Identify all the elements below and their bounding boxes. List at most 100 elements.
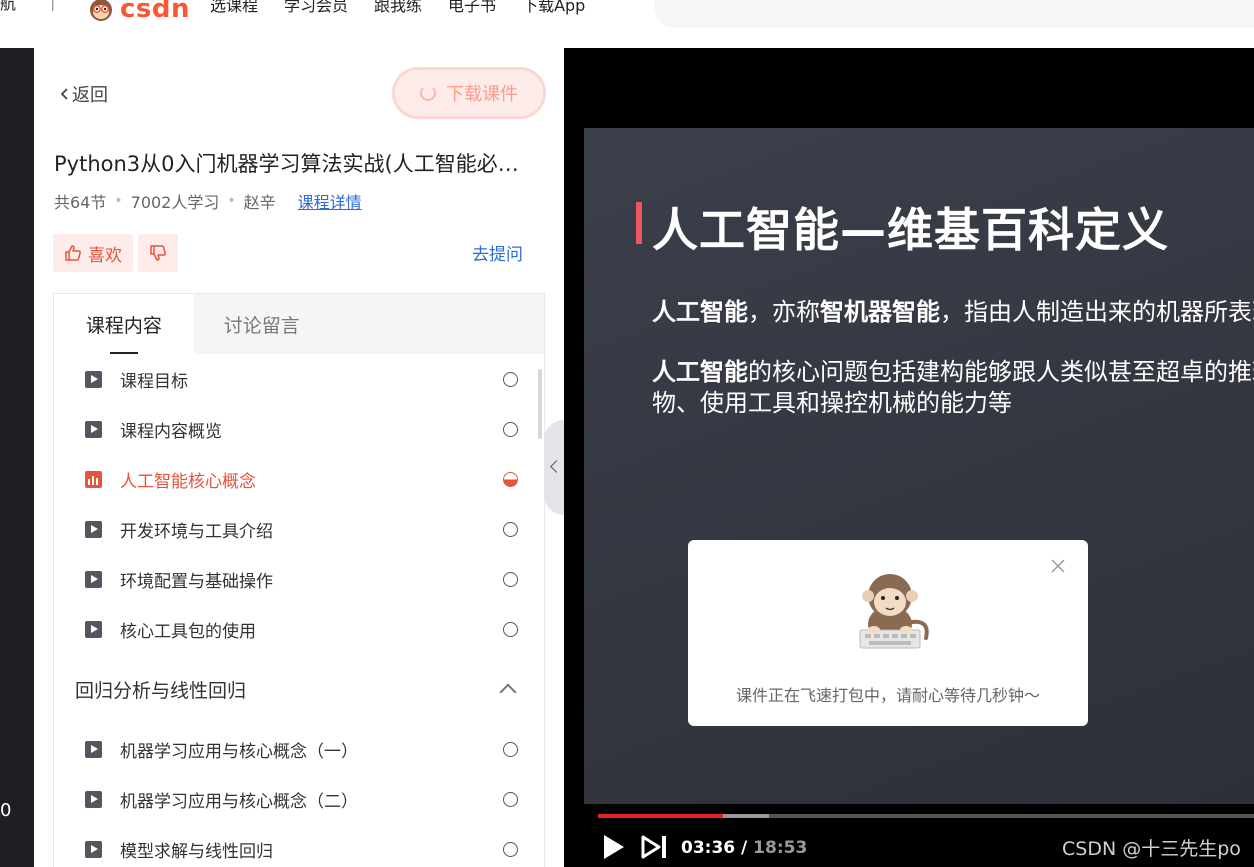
video-player[interactable]: 人工智能—维基百科定义 人工智能，亦称智机器智能，指由人制造出来的机器所表现出来… bbox=[564, 48, 1254, 867]
lesson-item[interactable]: 机器学习应用与核心概念（一） bbox=[54, 724, 544, 774]
nav-link-ebooks[interactable]: 电子书 bbox=[448, 0, 496, 16]
tab-bar: 课程内容 讨论留言 bbox=[54, 294, 544, 354]
video-lesson-icon bbox=[85, 420, 102, 438]
lesson-item[interactable]: 环境配置与基础操作 bbox=[54, 554, 544, 604]
back-label: 返回 bbox=[72, 85, 108, 106]
slide-content: 人工智能—维基百科定义 人工智能，亦称智机器智能，指由人制造出来的机器所表现出来… bbox=[584, 128, 1254, 804]
slide-accent-bar bbox=[636, 202, 642, 244]
teacher-name[interactable]: 赵辛 bbox=[244, 189, 276, 213]
progress-circle-icon bbox=[503, 791, 518, 807]
chevron-left-icon bbox=[60, 88, 68, 100]
progress-circle-icon bbox=[503, 621, 518, 637]
video-lesson-icon bbox=[85, 570, 102, 588]
collapse-panel-button[interactable] bbox=[544, 420, 564, 515]
monkey-logo-icon bbox=[90, 0, 112, 21]
slide-title: 人工智能—维基百科定义 bbox=[652, 203, 1169, 257]
like-button[interactable]: 喜欢 bbox=[53, 234, 133, 272]
course-detail-link[interactable]: 课程详情 bbox=[298, 189, 362, 213]
video-lesson-icon bbox=[85, 740, 102, 758]
lesson-item-current[interactable]: 人工智能核心概念 bbox=[54, 454, 544, 504]
progress-played bbox=[598, 814, 723, 818]
nav-link-courses[interactable]: 选课程 bbox=[210, 0, 258, 16]
packaging-toast: 课件正在飞速打包中，请耐心等待几秒钟～ bbox=[688, 540, 1088, 726]
ask-question-link[interactable]: 去提问 bbox=[472, 240, 523, 265]
meta-dot: • bbox=[227, 193, 236, 209]
lesson-item[interactable]: 课程目标 bbox=[54, 354, 544, 404]
watermark-text: CSDN @十三先生po bbox=[1062, 838, 1241, 860]
chapter-header[interactable]: 回归分析与线性回归 bbox=[54, 654, 544, 724]
nav-link-membership[interactable]: 学习会员 bbox=[284, 0, 348, 16]
lesson-label: 机器学习应用与核心概念（一） bbox=[120, 741, 358, 762]
course-title: Python3从0入门机器学习算法实战(人工智能必… bbox=[54, 152, 519, 176]
progress-circle-icon bbox=[503, 421, 518, 437]
chevron-up-icon bbox=[499, 683, 517, 701]
tab-course-content[interactable]: 课程内容 bbox=[54, 294, 194, 354]
top-nav: 航 | CSDN 选课程 学习会员 跟我练 电子书 下载App bbox=[0, 0, 1254, 48]
download-label: 下载课件 bbox=[446, 84, 518, 105]
lesson-label: 开发环境与工具介绍 bbox=[120, 521, 273, 542]
like-label: 喜欢 bbox=[88, 245, 122, 266]
slide-paragraph-2-line-2: 物、使用工具和操控机械的能力等 bbox=[652, 389, 1012, 417]
half-progress-icon bbox=[503, 471, 518, 487]
video-lesson-icon bbox=[85, 370, 102, 388]
list-scrollbar[interactable] bbox=[538, 369, 542, 439]
lesson-label: 核心工具包的使用 bbox=[120, 621, 256, 642]
lesson-label: 课程目标 bbox=[120, 371, 188, 392]
nav-links: 选课程 学习会员 跟我练 电子书 下载App bbox=[210, 0, 585, 16]
current-time: 03:36 / bbox=[681, 838, 748, 858]
left-dark-strip: 0 bbox=[0, 48, 34, 867]
lesson-item[interactable]: 课程内容概览 bbox=[54, 404, 544, 454]
nav-link-download-app[interactable]: 下载App bbox=[522, 0, 585, 16]
nav-cut-text[interactable]: 航 bbox=[0, 0, 16, 14]
logo-text: CSDN bbox=[120, 0, 191, 24]
video-lesson-icon bbox=[85, 840, 102, 858]
meta-dot: • bbox=[114, 193, 123, 209]
lesson-item[interactable]: 核心工具包的使用 bbox=[54, 604, 544, 654]
lesson-label: 环境配置与基础操作 bbox=[120, 571, 273, 592]
next-icon[interactable] bbox=[640, 834, 670, 860]
nav-separator: | bbox=[50, 0, 56, 11]
time-display: 03:36 / 18:53 bbox=[681, 838, 807, 858]
total-time: 18:53 bbox=[753, 838, 808, 858]
thumbs-up-icon bbox=[65, 245, 81, 261]
course-tabs-box: 课程内容 讨论留言 课程目标 课程内容概览 人工智能核心概念 开发环境与工具介绍… bbox=[53, 293, 545, 867]
progress-circle-icon bbox=[503, 571, 518, 587]
lesson-label: 机器学习应用与核心概念（二） bbox=[120, 791, 358, 812]
course-meta: 共64节 • 7002人学习 • 赵辛 课程详情 bbox=[54, 189, 362, 213]
monkey-typing-icon bbox=[859, 574, 929, 649]
lesson-item[interactable]: 开发环境与工具介绍 bbox=[54, 504, 544, 554]
slide-paragraph-2: 人工智能的核心问题包括建构能够跟人类似甚至超卓的推理、知识、规划、学习、交流、感… bbox=[652, 358, 1254, 386]
video-lesson-icon bbox=[85, 620, 102, 638]
back-button[interactable]: 返回 bbox=[58, 81, 108, 107]
close-icon[interactable] bbox=[1050, 558, 1066, 574]
progress-circle-icon bbox=[503, 371, 518, 387]
loading-spinner-icon bbox=[420, 85, 436, 101]
csdn-logo[interactable]: CSDN bbox=[86, 0, 190, 24]
lesson-label: 课程内容概览 bbox=[120, 421, 222, 442]
progress-circle-icon bbox=[503, 841, 518, 857]
video-lesson-icon bbox=[85, 520, 102, 538]
lesson-item[interactable]: 模型求解与线性回归 bbox=[54, 824, 544, 867]
tab-discussion[interactable]: 讨论留言 bbox=[193, 294, 544, 354]
progress-circle-icon bbox=[503, 741, 518, 757]
learner-count: 7002人学习 bbox=[130, 193, 220, 212]
toast-message: 课件正在飞速打包中，请耐心等待几秒钟～ bbox=[735, 686, 1040, 705]
slide-paragraph-1: 人工智能，亦称智机器智能，指由人制造出来的机器所表现出来的智能 bbox=[652, 298, 1254, 326]
lesson-label: 人工智能核心概念 bbox=[120, 471, 256, 492]
chapter-title: 回归分析与线性回归 bbox=[75, 679, 247, 702]
lesson-list: 课程目标 课程内容概览 人工智能核心概念 开发环境与工具介绍 环境配置与基础操作… bbox=[54, 354, 544, 867]
lesson-item[interactable]: 机器学习应用与核心概念（二） bbox=[54, 774, 544, 824]
play-icon[interactable] bbox=[602, 834, 626, 860]
lesson-label: 模型求解与线性回归 bbox=[120, 841, 273, 862]
dislike-button[interactable] bbox=[138, 234, 178, 272]
progress-bar[interactable] bbox=[598, 814, 1254, 818]
progress-circle-icon bbox=[503, 521, 518, 537]
now-playing-icon bbox=[85, 470, 102, 488]
download-courseware-button[interactable]: 下载课件 bbox=[392, 67, 546, 119]
video-lesson-icon bbox=[85, 790, 102, 808]
nav-link-practice[interactable]: 跟我练 bbox=[374, 0, 422, 16]
lesson-count: 共64节 bbox=[54, 193, 107, 212]
course-panel: 返回 下载课件 Python3从0入门机器学习算法实战(人工智能必… 共64节 … bbox=[34, 48, 564, 867]
strip-number: 0 bbox=[0, 800, 12, 821]
search-input[interactable] bbox=[654, 0, 1254, 28]
